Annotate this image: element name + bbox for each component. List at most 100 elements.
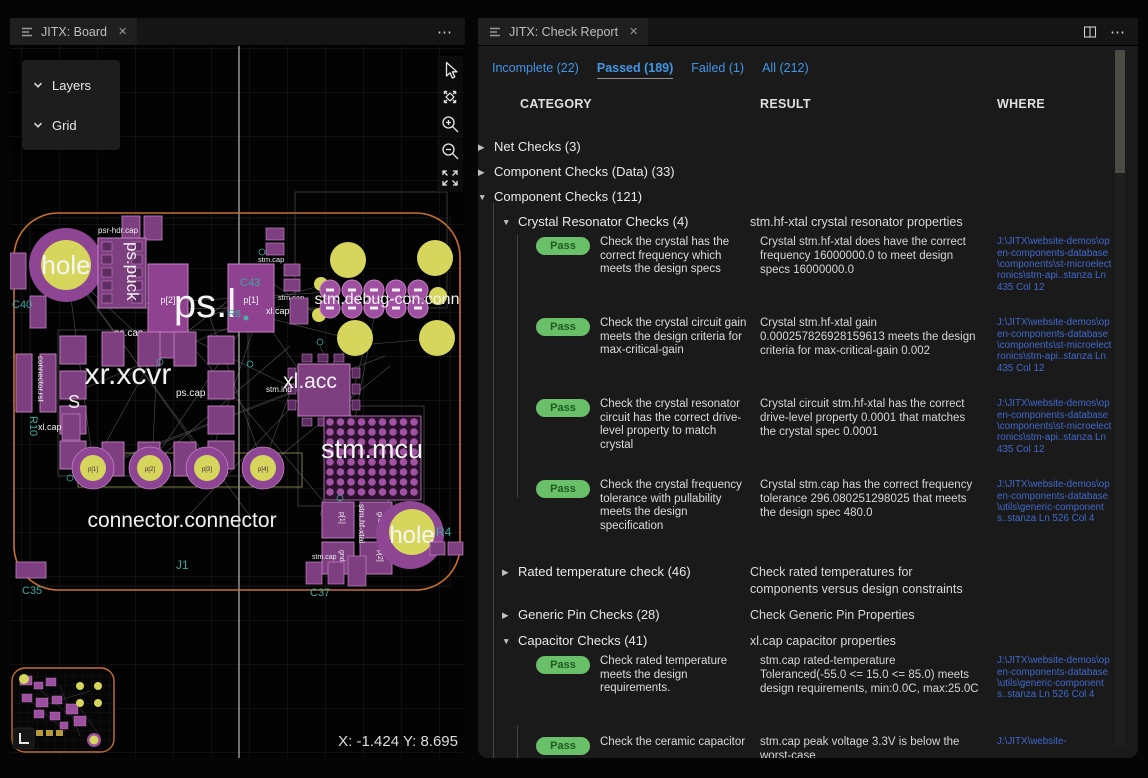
tree-connector — [517, 725, 518, 758]
source-link[interactable]: J:\JITX\website-demos\open-components-da… — [997, 317, 1114, 374]
more-actions-icon[interactable]: ⋯ — [1110, 23, 1126, 41]
group-row-rated-temperature[interactable]: ▶Rated temperature check (46) Check rate… — [478, 560, 1138, 603]
component-label-stm-cap-1: stm.cap — [258, 255, 284, 264]
close-icon[interactable]: ✕ — [118, 25, 127, 38]
pass-badge: Pass — [536, 480, 590, 498]
report-tabbar: JITX: Check Report ✕ ⋯ — [478, 18, 1138, 46]
source-link[interactable]: J:\JITX\website- — [997, 736, 1114, 747]
ref-c37: C37 — [310, 587, 330, 599]
component-label-s: S — [68, 392, 80, 412]
pad-label-conn-p1: p[1] — [88, 467, 98, 473]
group-row-net-checks[interactable]: ▶Net Checks (3) — [478, 135, 1138, 160]
caret-icon[interactable]: ▼ — [502, 217, 518, 227]
pad-label-xtal-p1: p[1] — [338, 512, 345, 524]
pad-label-p1: p[1] — [243, 295, 258, 305]
component-label-xl-cap-1: xl.cap — [266, 306, 290, 316]
board-toolbar — [437, 56, 463, 192]
pass-badge: Pass — [536, 399, 590, 417]
source-link[interactable]: J:\JITX\website-demos\open-components-da… — [997, 236, 1114, 293]
source-link[interactable]: J:\JITX\website-demos\open-components-da… — [997, 398, 1114, 455]
component-ps-puck[interactable]: ps.puck — [98, 238, 146, 308]
source-link[interactable]: J:\JITX\website-demos\open-components-da… — [997, 479, 1114, 524]
caret-icon[interactable]: ▼ — [502, 636, 518, 646]
tab-jitx-check-report[interactable]: JITX: Check Report ✕ — [478, 18, 648, 45]
pad-label-conn-p4: p[4] — [258, 467, 268, 473]
select-tool-button[interactable] — [438, 58, 462, 82]
check-row[interactable]: PassCheck the crystal frequency toleranc… — [478, 479, 1138, 556]
source-link[interactable]: J:\JITX\website-demos\open-components-da… — [997, 655, 1114, 700]
component-hole-bottom[interactable]: hole — [376, 501, 444, 569]
column-header-result: RESULT — [760, 97, 997, 111]
zoom-out-icon — [439, 140, 461, 162]
more-actions-icon[interactable]: ⋯ — [437, 23, 453, 41]
board-canvas[interactable]: hole psr-hdr.cap C40 — [10, 46, 465, 758]
check-report-panel: JITX: Check Report ✕ ⋯ Incomplete (22) P… — [478, 18, 1138, 758]
scrollbar[interactable] — [1115, 50, 1125, 746]
pan-tool-button[interactable] — [438, 85, 462, 109]
layers-label: Layers — [52, 78, 91, 93]
cursor-coordinates: X: -1.424 Y: 8.695 — [338, 733, 458, 750]
caret-icon[interactable]: ▼ — [478, 192, 494, 202]
check-row[interactable]: PassCheck the ceramic capacitor stm.cap … — [478, 736, 1138, 758]
pcb-board[interactable]: hole psr-hdr.cap C40 — [10, 46, 465, 758]
tab-list-icon — [20, 25, 34, 39]
tab-list-icon — [488, 25, 502, 39]
scrollbar-thumb[interactable] — [1115, 50, 1125, 173]
cursor-icon — [439, 59, 461, 81]
group-row-component-checks[interactable]: ▼Component Checks (121) — [478, 185, 1138, 210]
component-hole-top[interactable]: hole — [29, 228, 103, 302]
close-icon[interactable]: ✕ — [629, 25, 638, 38]
tab-title: JITX: Check Report — [509, 25, 618, 39]
check-row[interactable]: PassCheck the crystal circuit gain meets… — [478, 317, 1138, 394]
column-header-where: WHERE — [997, 97, 1114, 111]
chevron-down-icon — [32, 79, 44, 91]
check-row[interactable]: PassCheck the crystal has the correct fr… — [478, 236, 1138, 313]
layers-toggle[interactable]: Layers — [32, 70, 120, 100]
ref-r4: R4 — [436, 525, 452, 539]
split-editor-icon[interactable] — [1082, 24, 1098, 40]
filter-incomplete[interactable]: Incomplete (22) — [492, 61, 579, 79]
result-filters: Incomplete (22) Passed (189) Failed (1) … — [478, 46, 1138, 85]
filter-failed[interactable]: Failed (1) — [691, 61, 744, 79]
minimap[interactable] — [12, 668, 114, 752]
tree-connector — [493, 203, 494, 758]
check-rows: ▶Net Checks (3) ▶Component Checks (Data)… — [478, 135, 1138, 758]
component-label-stm-mcu: stm.mcu — [321, 434, 423, 464]
ref-c43: C43 — [240, 277, 260, 289]
component-label-stm-ind: stm.ind — [266, 385, 292, 394]
component-label-xr-xcvr: xr.xcvr — [85, 358, 172, 391]
minimap-corner-icon[interactable] — [13, 728, 34, 749]
ref-c40: C40 — [12, 299, 32, 311]
grid-toggle[interactable]: Grid — [32, 110, 120, 140]
ref-r8: R8 — [228, 309, 241, 320]
zoom-in-icon — [439, 113, 461, 135]
caret-icon[interactable]: ▶ — [502, 567, 518, 578]
component-label-connector: connector.connector — [87, 509, 276, 532]
group-row-component-checks-data[interactable]: ▶Component Checks (Data) (33) — [478, 160, 1138, 185]
tab-title: JITX: Board — [41, 25, 107, 39]
grid-label: Grid — [52, 118, 77, 133]
zoom-out-button[interactable] — [438, 139, 462, 163]
component-label-xl-cap-2: xl.cap — [38, 422, 62, 432]
pan-icon — [439, 86, 461, 108]
group-row-generic-pin[interactable]: ▶Generic Pin Checks (28) Check Generic P… — [478, 603, 1138, 629]
caret-icon[interactable]: ▶ — [502, 610, 518, 621]
check-row[interactable]: PassCheck rated temperature meets the de… — [478, 655, 1138, 732]
pad-label-conn-p3: p[3] — [202, 467, 212, 473]
group-row-crystal-resonator[interactable]: ▼Crystal Resonator Checks (4) stm.hf-xta… — [478, 210, 1138, 236]
caret-icon[interactable]: ▶ — [478, 167, 494, 178]
filter-all[interactable]: All (212) — [762, 61, 809, 79]
group-row-capacitor-checks[interactable]: ▼Capacitor Checks (41) xl.cap capacitor … — [478, 629, 1138, 655]
zoom-in-button[interactable] — [438, 112, 462, 136]
pass-badge: Pass — [536, 656, 590, 674]
pass-badge: Pass — [536, 318, 590, 336]
caret-icon[interactable]: ▶ — [478, 142, 494, 153]
check-row[interactable]: PassCheck the crystal resonator circuit … — [478, 398, 1138, 475]
component-label-stm-hf-xtal: stm.hf-xtal — [357, 504, 367, 543]
tab-jitx-board[interactable]: JITX: Board ✕ — [10, 18, 137, 45]
zoom-fit-button[interactable] — [438, 166, 462, 190]
component-stm-mcu[interactable]: stm.mcu U1 — [321, 416, 423, 513]
component-label-connector-rst: connector.rst — [36, 356, 45, 403]
filter-passed[interactable]: Passed (189) — [597, 61, 673, 79]
pad-label-conn-p2: p[2] — [145, 467, 155, 473]
